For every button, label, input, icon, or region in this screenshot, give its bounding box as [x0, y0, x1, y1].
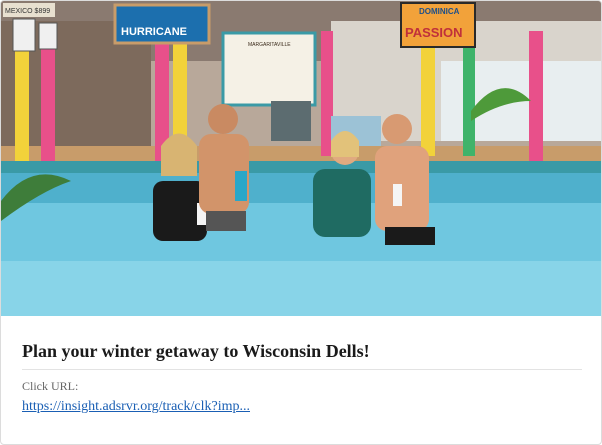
ad-card[interactable]: HURRICANE DOMINICA PASSION MEXICO $899 M… [0, 0, 602, 445]
pool-bar-photo: HURRICANE DOMINICA PASSION MEXICO $899 M… [1, 1, 601, 316]
click-url-label: Click URL: [22, 379, 79, 393]
hero-photo[interactable]: HURRICANE DOMINICA PASSION MEXICO $899 M… [1, 1, 601, 316]
pillar [421, 41, 435, 156]
pillar [529, 31, 543, 161]
small-sign-text: MEXICO $899 [5, 8, 50, 15]
pillar [41, 41, 55, 161]
menu-board-title: MARGARITAVILLE [248, 42, 291, 48]
hurricane-sign-text: HURRICANE [121, 26, 187, 38]
pillar [463, 41, 475, 156]
passion-sign-main: PASSION [405, 25, 463, 40]
ad-headline[interactable]: Plan your winter getaway to Wisconsin De… [22, 339, 582, 370]
ad-text-section: Plan your winter getaway to Wisconsin De… [22, 339, 582, 415]
passion-sign-top: DOMINICA [419, 7, 460, 16]
click-url-link[interactable]: https://insight.adsrvr.org/track/clk?imp… [22, 399, 250, 415]
